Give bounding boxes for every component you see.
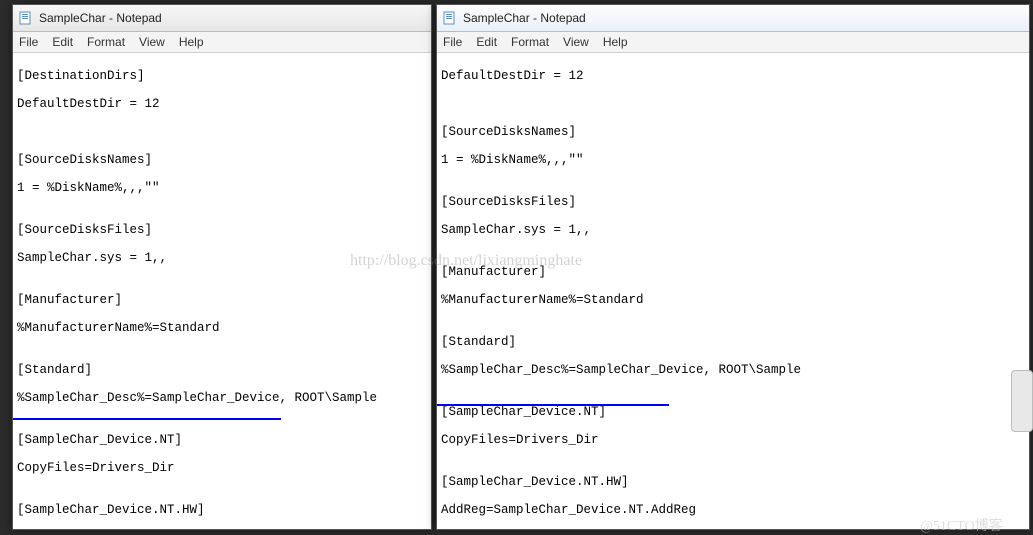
menu-view[interactable]: View (139, 35, 165, 49)
annotation-underline (437, 404, 669, 406)
titlebar-right[interactable]: SampleChar - Notepad (437, 5, 1029, 32)
menubar-left: File Edit Format View Help (13, 32, 431, 53)
menu-file[interactable]: File (443, 35, 462, 49)
code-line: SampleChar.sys = 1,, (17, 251, 427, 265)
menu-file[interactable]: File (19, 35, 38, 49)
menu-view[interactable]: View (563, 35, 589, 49)
annotation-underline (13, 418, 281, 420)
code-line: CopyFiles=Drivers_Dir (17, 461, 427, 475)
code-line: [Manufacturer] (17, 293, 427, 307)
code-line: %SampleChar_Desc%=SampleChar_Device, ROO… (441, 363, 1025, 377)
decorative-clip-icon (1011, 370, 1033, 432)
menu-edit[interactable]: Edit (476, 35, 497, 49)
code-line: %ManufacturerName%=Standard (17, 321, 427, 335)
code-line: [SourceDisksNames] (17, 153, 427, 167)
menu-format[interactable]: Format (87, 35, 125, 49)
code-line: %ManufacturerName%=Standard (441, 293, 1025, 307)
notepad-window-right: SampleChar - Notepad File Edit Format Vi… (436, 4, 1030, 530)
code-line: [SourceDisksFiles] (17, 223, 427, 237)
code-line: [Standard] (17, 363, 427, 377)
text-area-left[interactable]: [DestinationDirs] DefaultDestDir = 12 [S… (13, 53, 431, 529)
window-title: SampleChar - Notepad (39, 11, 162, 25)
code-line: [Manufacturer] (441, 265, 1025, 279)
code-line: AddReg=SampleChar_Device.NT.AddReg (441, 503, 1025, 517)
code-line: 1 = %DiskName%,,,"" (17, 181, 427, 195)
code-line: SampleChar.sys = 1,, (441, 223, 1025, 237)
titlebar-left[interactable]: SampleChar - Notepad (13, 5, 431, 32)
code-line: 1 = %DiskName%,,,"" (441, 153, 1025, 167)
menu-format[interactable]: Format (511, 35, 549, 49)
code-line: CopyFiles=Drivers_Dir (441, 433, 1025, 447)
code-line: [SampleChar_Device.NT] (441, 405, 1025, 419)
notepad-window-left: SampleChar - Notepad File Edit Format Vi… (12, 4, 432, 530)
menu-help[interactable]: Help (179, 35, 204, 49)
window-title: SampleChar - Notepad (463, 11, 586, 25)
menubar-right: File Edit Format View Help (437, 32, 1029, 53)
code-line: DefaultDestDir = 12 (17, 97, 427, 111)
notepad-icon (19, 11, 33, 25)
code-line: %SampleChar_Desc%=SampleChar_Device, ROO… (17, 391, 427, 405)
code-line: [DestinationDirs] (17, 69, 427, 83)
code-line: [SampleChar_Device.NT.HW] (441, 475, 1025, 489)
notepad-icon (443, 11, 457, 25)
code-line: [SampleChar_Device.NT] (17, 433, 427, 447)
menu-help[interactable]: Help (603, 35, 628, 49)
text-area-right[interactable]: DefaultDestDir = 12 [SourceDisksNames] 1… (437, 53, 1029, 529)
code-line: [SourceDisksFiles] (441, 195, 1025, 209)
code-line: [Standard] (441, 335, 1025, 349)
code-line: [SourceDisksNames] (441, 125, 1025, 139)
code-line: DefaultDestDir = 12 (441, 69, 1025, 83)
menu-edit[interactable]: Edit (52, 35, 73, 49)
code-line: [SampleChar_Device.NT.HW] (17, 503, 427, 517)
